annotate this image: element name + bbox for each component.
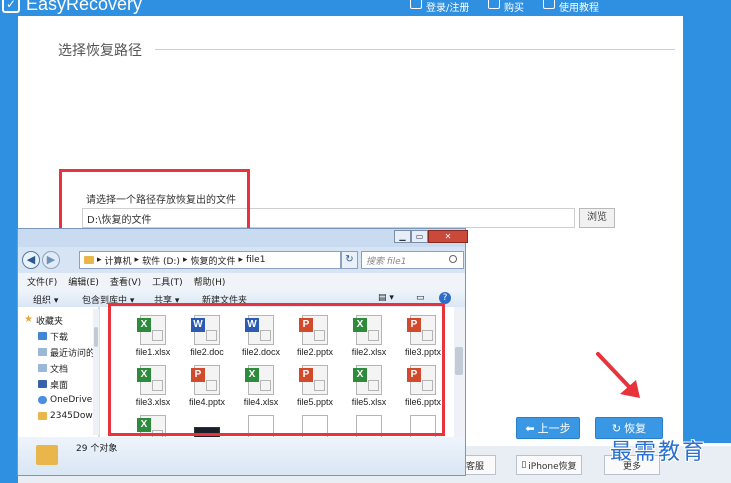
file-list-scrollbar-thumb[interactable] bbox=[455, 347, 463, 375]
arrow-left-icon: ⬅ bbox=[525, 421, 535, 435]
desktop-icon bbox=[38, 380, 47, 388]
browse-button[interactable]: 浏览 bbox=[579, 208, 615, 228]
forward-button[interactable]: ▶ bbox=[42, 251, 60, 269]
menu-help[interactable]: 帮助(H) bbox=[194, 275, 226, 288]
prev-step-label: 上一步 bbox=[537, 422, 571, 435]
cart-icon bbox=[488, 0, 500, 9]
app-logo-icon: ✓ bbox=[2, 0, 20, 13]
breadcrumb-current[interactable]: file1 bbox=[246, 255, 265, 265]
organize-button[interactable]: 组织 ▾ bbox=[33, 293, 58, 306]
search-icon bbox=[449, 255, 457, 263]
buy-label: 购买 bbox=[504, 3, 524, 14]
breadcrumb-separator: ▸ bbox=[134, 255, 140, 265]
breadcrumb-separator: ▸ bbox=[182, 255, 188, 265]
address-row: ◀ ▶ ▸ 计算机 ▸ 软件 (D:) ▸ 恢复的文件 ▸ file1 ↻ 搜索… bbox=[18, 247, 465, 273]
address-bar[interactable]: ▸ 计算机 ▸ 软件 (D:) ▸ 恢复的文件 ▸ file1 bbox=[79, 251, 341, 269]
nav-item-documents[interactable]: 文档 bbox=[38, 361, 68, 375]
download-icon bbox=[38, 332, 47, 340]
watermark-text: 最需教育 bbox=[610, 440, 707, 465]
folder-icon bbox=[38, 412, 47, 420]
navigation-pane: ★ 收藏夹 下载 最近访问的 文档 桌面 OneDrive 2345Dow bbox=[18, 307, 99, 437]
menu-bar: 文件(F) 编辑(E) 查看(V) 工具(T) 帮助(H) bbox=[18, 273, 465, 290]
breadcrumb-separator: ▸ bbox=[238, 255, 244, 265]
recent-icon bbox=[38, 348, 47, 356]
buy-link[interactable]: 购买 bbox=[488, 0, 524, 14]
folder-icon bbox=[36, 445, 58, 465]
window-controls: ▁ ▭ ✕ bbox=[394, 230, 468, 244]
recover-icon: ↻ bbox=[611, 421, 622, 435]
document-icon bbox=[38, 364, 47, 372]
breadcrumb-folder[interactable]: 恢复的文件 bbox=[190, 254, 235, 267]
object-count: 29 个对象 bbox=[76, 444, 118, 454]
book-icon bbox=[543, 0, 555, 9]
menu-tools[interactable]: 工具(T) bbox=[152, 275, 183, 288]
menu-file[interactable]: 文件(F) bbox=[27, 275, 57, 288]
nav-item-recent[interactable]: 最近访问的 bbox=[38, 345, 95, 359]
folder-icon bbox=[84, 256, 94, 264]
support-label: 客服 bbox=[465, 461, 484, 472]
nav-item-desktop[interactable]: 桌面 bbox=[38, 377, 68, 391]
nav-scrollbar-thumb[interactable] bbox=[94, 327, 98, 347]
breadcrumb-separator: ▸ bbox=[97, 255, 102, 265]
screenshot-root: ✓ EasyRecovery 登录/注册 购买 使用教程 选择恢复路径 请选择一… bbox=[0, 0, 731, 483]
nav-item-2345dow[interactable]: 2345Dow bbox=[38, 409, 93, 423]
login-icon bbox=[410, 0, 422, 9]
breadcrumb-drive[interactable]: 软件 (D:) bbox=[142, 254, 180, 267]
explorer-titlebar[interactable]: ▁ ▭ ✕ bbox=[18, 229, 468, 247]
minimize-button[interactable]: ▁ bbox=[394, 230, 411, 243]
nav-item-onedrive[interactable]: OneDrive bbox=[38, 393, 92, 407]
section-divider bbox=[155, 49, 675, 50]
cloud-icon bbox=[38, 396, 47, 404]
menu-edit[interactable]: 编辑(E) bbox=[68, 275, 99, 288]
iphone-recovery-label: iPhone恢复 bbox=[528, 461, 577, 472]
nav-label: 下载 bbox=[50, 332, 69, 343]
right-border bbox=[683, 16, 731, 443]
status-bar: 29 个对象 bbox=[18, 437, 465, 475]
breadcrumb-computer[interactable]: 计算机 bbox=[105, 254, 132, 267]
tutorial-label: 使用教程 bbox=[559, 3, 599, 14]
left-border bbox=[0, 16, 18, 483]
nav-item-downloads[interactable]: 下载 bbox=[38, 329, 68, 343]
section-title: 选择恢复路径 bbox=[58, 43, 142, 59]
view-options-icon[interactable]: ▤ ▾ bbox=[378, 293, 394, 303]
nav-label: 文档 bbox=[50, 364, 69, 375]
menu-view[interactable]: 查看(V) bbox=[110, 275, 141, 288]
tutorial-link[interactable]: 使用教程 bbox=[543, 0, 599, 14]
login-label: 登录/注册 bbox=[426, 3, 470, 14]
nav-label: 桌面 bbox=[50, 380, 69, 391]
nav-label: 2345Dow bbox=[50, 411, 93, 421]
maximize-button[interactable]: ▭ bbox=[411, 230, 428, 243]
highlight-box-path bbox=[59, 169, 250, 231]
iphone-recovery-button[interactable]: ▯ iPhone恢复 bbox=[516, 455, 582, 475]
red-pointer-arrow-icon bbox=[596, 352, 640, 398]
nav-label: 收藏夹 bbox=[36, 316, 64, 327]
highlight-box-files bbox=[108, 303, 445, 436]
preview-pane-icon[interactable]: ▭ bbox=[416, 293, 425, 303]
nav-label: 最近访问的 bbox=[50, 348, 96, 359]
phone-icon: ▯ bbox=[521, 460, 527, 470]
back-button[interactable]: ◀ bbox=[22, 251, 40, 269]
close-button[interactable]: ✕ bbox=[428, 230, 468, 243]
nav-item-favorites[interactable]: ★ 收藏夹 bbox=[24, 313, 63, 327]
prev-step-button[interactable]: ⬅ 上一步 bbox=[516, 417, 580, 439]
app-header: ✓ EasyRecovery 登录/注册 购买 使用教程 bbox=[0, 0, 731, 16]
app-title: EasyRecovery bbox=[26, 0, 143, 14]
refresh-button[interactable]: ↻ bbox=[341, 251, 358, 269]
star-icon: ★ bbox=[24, 314, 33, 325]
nav-label: OneDrive bbox=[50, 395, 93, 405]
login-link[interactable]: 登录/注册 bbox=[410, 0, 470, 14]
